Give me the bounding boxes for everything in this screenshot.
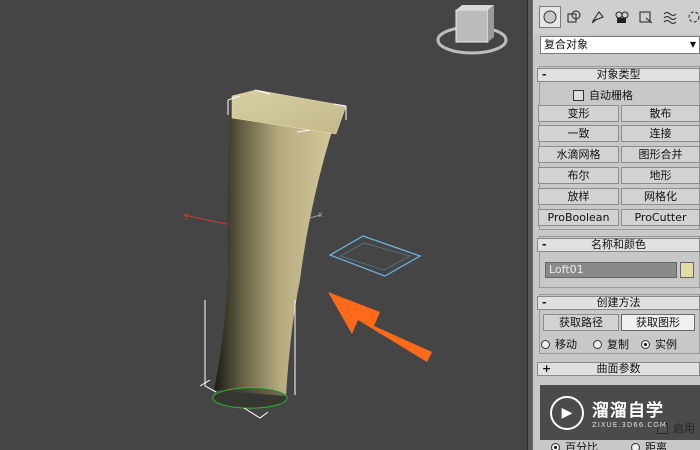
pointer-arrow [328, 292, 432, 362]
systems-icon[interactable] [683, 6, 700, 28]
name-color-header[interactable]: - 名称和颜色 [537, 238, 700, 252]
boolean-button[interactable]: 布尔 [538, 167, 619, 184]
surface-params-header[interactable]: + 曲面参数 [537, 362, 700, 376]
move-label: 移动 [555, 338, 577, 351]
radio-dot [541, 339, 550, 349]
morph-button[interactable]: 变形 [538, 105, 619, 122]
viewport-perspective[interactable]: y z x [0, 0, 527, 450]
spacewarps-icon[interactable] [659, 6, 681, 28]
loft-button[interactable]: 放样 [538, 188, 619, 205]
viewcube-box[interactable] [455, 9, 489, 43]
category-dropdown[interactable]: 复合对象 ▼ [540, 36, 700, 54]
proboolean-button[interactable]: ProBoolean [538, 209, 619, 226]
scatter-button[interactable]: 散布 [621, 105, 700, 122]
camera-icon[interactable] [611, 6, 633, 28]
radio-dot [593, 339, 602, 349]
shapes-icon[interactable] [563, 6, 585, 28]
conform-button[interactable]: 一致 [538, 125, 619, 142]
shapemerge-button[interactable]: 图形合并 [621, 146, 700, 163]
copy-label: 复制 [607, 338, 629, 351]
autogrid-checkbox[interactable]: 自动栅格 [573, 87, 633, 103]
percent-label: 百分比 [565, 441, 598, 450]
command-panel: 复合对象 ▼ - 对象类型 自动栅格 变形 散布 一致 连接 水滴网格 图形合并… [533, 0, 700, 450]
chevron-down-icon: ▼ [689, 40, 696, 49]
expand-icon: + [542, 362, 552, 375]
lights-icon[interactable] [587, 6, 609, 28]
instance-label: 实例 [655, 338, 677, 351]
instance-radio[interactable]: 实例 [641, 336, 677, 352]
mesher-button[interactable]: 网格化 [621, 188, 700, 205]
watermark-text: 溜溜自学 ZIXUE.3D66.COM [592, 396, 667, 429]
surface-params-title: 曲面参数 [596, 362, 641, 375]
watermark-logo-icon: ▶ [550, 395, 584, 430]
loft-object[interactable] [212, 89, 347, 409]
get-shape-button[interactable]: 获取图形 [621, 314, 695, 331]
object-name-input[interactable]: Loft01 [545, 262, 677, 278]
radio-dot [631, 442, 640, 450]
shape-circle[interactable] [328, 235, 422, 277]
radio-dot-selected [641, 339, 650, 349]
procutter-button[interactable]: ProCutter [621, 209, 700, 226]
viewcube[interactable] [436, 5, 508, 55]
collapse-icon: - [542, 238, 547, 251]
creation-method-header[interactable]: - 创建方法 [537, 296, 700, 310]
connect-button[interactable]: 连接 [621, 125, 700, 142]
object-color-swatch[interactable] [680, 262, 694, 278]
creation-method-title: 创建方法 [596, 296, 641, 309]
checkbox-box [573, 89, 584, 101]
viewport-scene[interactable]: y z x [0, 0, 527, 450]
copy-radio[interactable]: 复制 [593, 336, 629, 352]
sphere-icon[interactable] [539, 6, 561, 28]
blobmesh-button[interactable]: 水滴网格 [538, 146, 619, 163]
object-type-header[interactable]: - 对象类型 [537, 68, 700, 82]
watermark-subtitle: ZIXUE.3D66.COM [592, 421, 667, 429]
axis-label-x: x [318, 210, 323, 219]
distance-radio[interactable]: 距离 [631, 439, 667, 450]
get-path-button[interactable]: 获取路径 [543, 314, 619, 331]
collapse-icon: - [542, 68, 547, 81]
collapse-icon: - [542, 296, 547, 309]
radio-dot-selected [551, 442, 560, 450]
axis-label-y: y [184, 211, 190, 221]
terrain-button[interactable]: 地形 [621, 167, 700, 184]
distance-label: 距离 [645, 441, 667, 450]
object-type-title: 对象类型 [596, 68, 641, 81]
autogrid-label: 自动栅格 [589, 89, 633, 102]
name-color-title: 名称和颜色 [591, 238, 646, 251]
watermark-title: 溜溜自学 [592, 401, 664, 421]
helpers-icon[interactable] [635, 6, 657, 28]
category-dropdown-value: 复合对象 [544, 38, 588, 51]
watermark: ▶ 溜溜自学 ZIXUE.3D66.COM [540, 385, 700, 440]
create-tabbar [533, 0, 700, 34]
percent-radio[interactable]: 百分比 [551, 439, 598, 450]
move-radio[interactable]: 移动 [541, 336, 577, 352]
